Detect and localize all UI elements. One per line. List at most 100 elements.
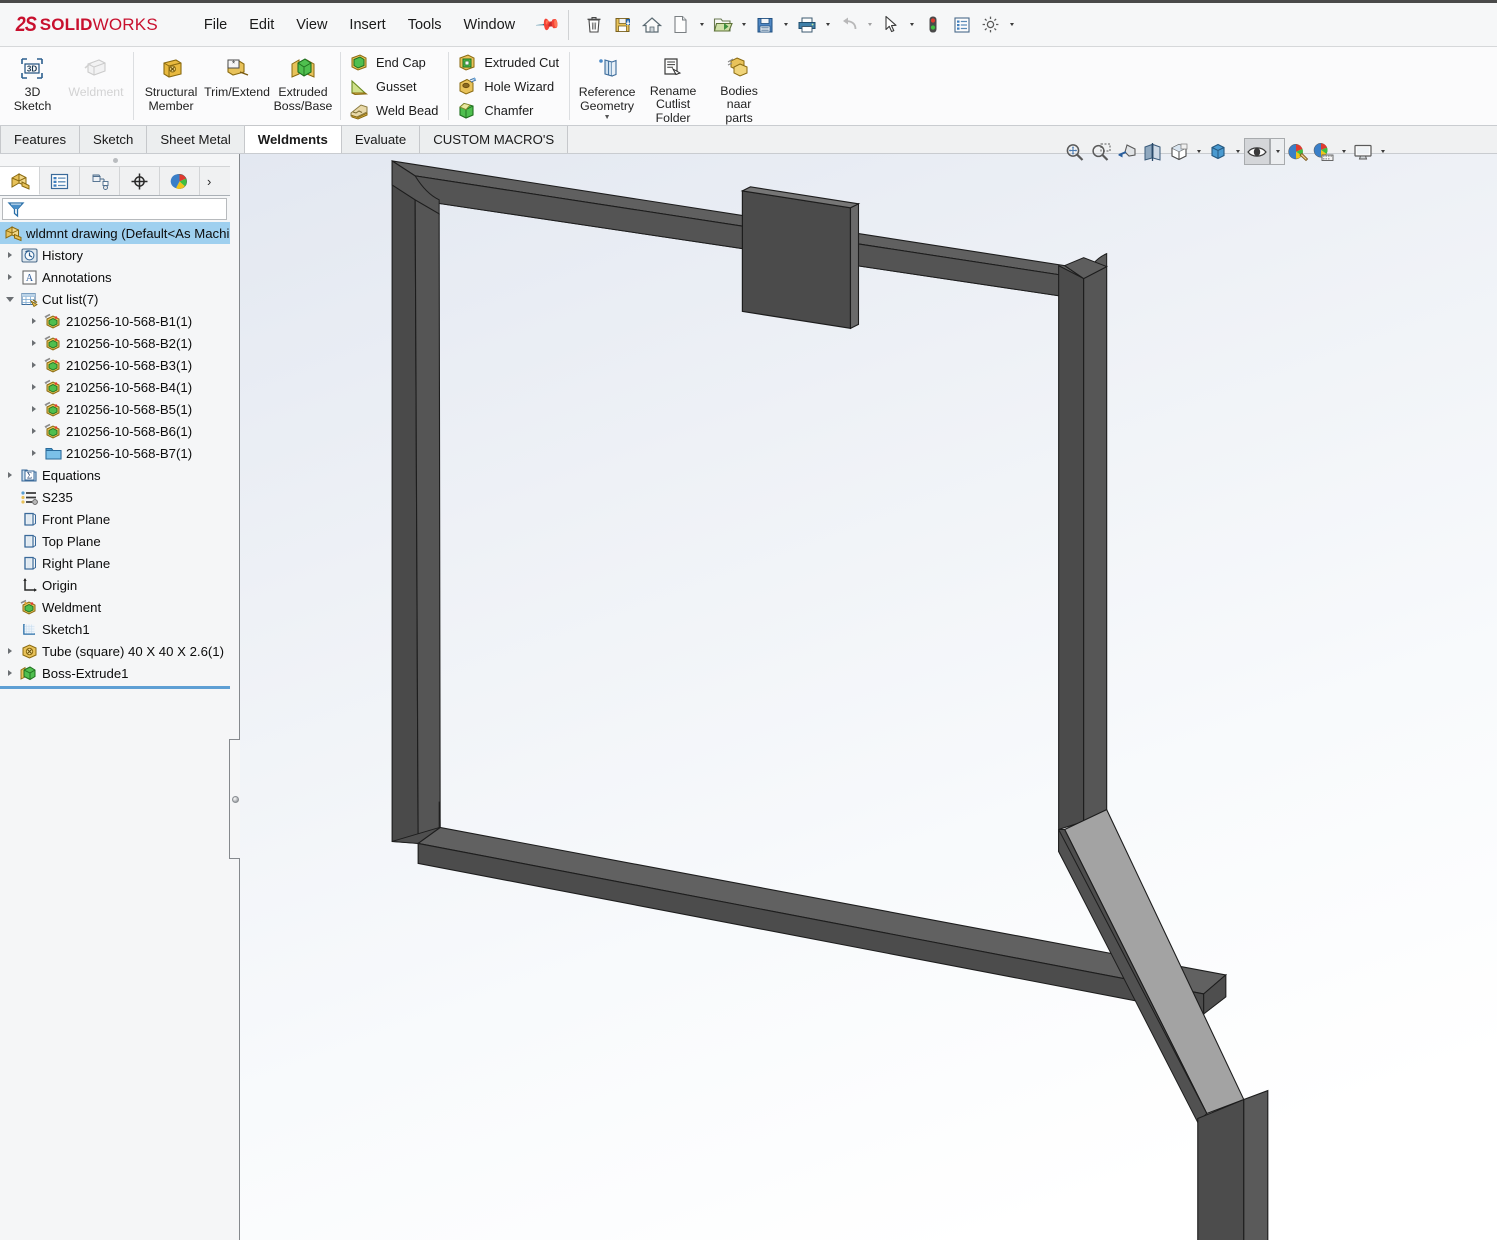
trash-icon[interactable] — [579, 10, 608, 40]
chevron-right-icon[interactable] — [26, 340, 42, 346]
chevron-right-icon[interactable] — [2, 472, 18, 478]
tree-item-b3[interactable]: 210256-10-568-B3(1) — [0, 354, 230, 376]
settings-dropdown-arrow[interactable] — [1005, 10, 1018, 40]
view-orientation-icon[interactable] — [1166, 138, 1192, 165]
tree-item-b4[interactable]: 210256-10-568-B4(1) — [0, 376, 230, 398]
home-icon[interactable] — [637, 10, 666, 40]
chevron-right-icon[interactable] — [26, 406, 42, 412]
hide-show-items-icon[interactable] — [1244, 138, 1270, 165]
tree-item-b2[interactable]: 210256-10-568-B2(1) — [0, 332, 230, 354]
pushpin-icon[interactable]: 📌 — [529, 7, 566, 43]
fm-tab-feature-tree[interactable] — [0, 167, 40, 195]
menu-insert[interactable]: Insert — [338, 12, 396, 38]
ribbon-weldment[interactable]: Weldment — [63, 47, 129, 125]
previous-view-icon[interactable] — [1114, 138, 1140, 165]
ribbon-weld-bead[interactable]: Weld Bead — [343, 98, 446, 122]
graphics-viewport[interactable] — [240, 154, 1497, 1240]
save-as-icon[interactable] — [608, 10, 637, 40]
chevron-right-icon[interactable] — [26, 450, 42, 456]
rebuild-icon[interactable] — [918, 10, 947, 40]
section-view-icon[interactable] — [1140, 138, 1166, 165]
chevron-right-icon[interactable] — [26, 384, 42, 390]
tree-item-weldment[interactable]: Weldment — [0, 596, 230, 618]
tree-item-b1[interactable]: 210256-10-568-B1(1) — [0, 310, 230, 332]
tree-item-origin[interactable]: Origin — [0, 574, 230, 596]
menu-view[interactable]: View — [285, 12, 338, 38]
ribbon-hole-wizard[interactable]: Hole Wizard — [451, 74, 567, 98]
tree-item-sketch1[interactable]: Sketch1 — [0, 618, 230, 640]
ribbon-chamfer[interactable]: Chamfer — [451, 98, 567, 122]
reference-geometry-caret-icon[interactable]: ▼ — [604, 114, 611, 121]
tab-sketch[interactable]: Sketch — [80, 126, 148, 153]
settings-gear-icon[interactable] — [976, 10, 1005, 40]
save-dropdown-arrow[interactable] — [779, 10, 792, 40]
ribbon-structural-member[interactable]: Structural Member — [138, 47, 204, 125]
undo-dropdown-arrow[interactable] — [863, 10, 876, 40]
ribbon-reference-geometry[interactable]: Reference Geometry ▼ — [574, 47, 640, 125]
fm-tab-dimxpert-manager[interactable] — [120, 167, 160, 195]
ribbon-end-cap[interactable]: End Cap — [343, 50, 446, 74]
save-icon[interactable] — [750, 10, 779, 40]
ribbon-rename-cutlist-folder[interactable]: Rename Cutlist Folder — [640, 47, 706, 125]
tree-item-material-s235[interactable]: S235 — [0, 486, 230, 508]
tab-features[interactable]: Features — [0, 126, 81, 153]
view-orientation-dropdown-arrow[interactable] — [1192, 138, 1205, 165]
tree-item-cut-list[interactable]: Cut list(7) — [0, 288, 230, 310]
panel-grip[interactable] — [0, 154, 230, 166]
tree-item-b6[interactable]: 210256-10-568-B6(1) — [0, 420, 230, 442]
feature-tree-filter[interactable] — [2, 198, 227, 220]
view-settings-icon[interactable] — [1350, 138, 1376, 165]
ribbon-extruded-boss-base[interactable]: Extruded Boss/Base — [270, 47, 336, 125]
tree-item-front-plane[interactable]: Front Plane — [0, 508, 230, 530]
fm-tabs-overflow[interactable]: › — [200, 167, 230, 195]
view-settings-dropdown-arrow[interactable] — [1376, 138, 1389, 165]
apply-scene-dropdown-arrow[interactable] — [1337, 138, 1350, 165]
menu-file[interactable]: File — [193, 12, 238, 38]
tab-custom-macros[interactable]: CUSTOM MACRO'S — [420, 126, 569, 153]
panel-splitter[interactable] — [229, 154, 240, 1240]
display-style-icon[interactable] — [1205, 138, 1231, 165]
print-icon[interactable] — [792, 10, 821, 40]
edit-appearance-icon[interactable] — [1285, 138, 1311, 165]
zoom-to-fit-icon[interactable] — [1062, 138, 1088, 165]
ribbon-3d-sketch[interactable]: 3D 3D Sketch — [2, 47, 63, 125]
ribbon-gusset[interactable]: Gusset — [343, 74, 446, 98]
ribbon-extruded-cut[interactable]: Extruded Cut — [451, 50, 567, 74]
chevron-right-icon[interactable] — [26, 362, 42, 368]
splitter-handle[interactable] — [229, 739, 240, 859]
tree-item-right-plane[interactable]: Right Plane — [0, 552, 230, 574]
menu-edit[interactable]: Edit — [238, 12, 285, 38]
display-style-dropdown-arrow[interactable] — [1231, 138, 1244, 165]
chevron-down-icon[interactable] — [2, 296, 18, 302]
apply-scene-icon[interactable] — [1311, 138, 1337, 165]
open-folder-icon[interactable] — [708, 10, 737, 40]
tree-item-top-plane[interactable]: Top Plane — [0, 530, 230, 552]
new-document-icon[interactable] — [666, 10, 695, 40]
tree-item-annotations[interactable]: A Annotations — [0, 266, 230, 288]
hide-show-items-dropdown-arrow[interactable] — [1270, 138, 1285, 165]
chevron-right-icon[interactable] — [2, 648, 18, 654]
options-list-icon[interactable] — [947, 10, 976, 40]
tree-item-tube-square[interactable]: Tube (square) 40 X 40 X 2.6(1) — [0, 640, 230, 662]
ribbon-trim-extend[interactable]: * Trim/Extend — [204, 47, 270, 125]
chevron-right-icon[interactable] — [26, 318, 42, 324]
select-dropdown-arrow[interactable] — [905, 10, 918, 40]
tree-item-b7[interactable]: 210256-10-568-B7(1) — [0, 442, 230, 464]
chevron-right-icon[interactable] — [26, 428, 42, 434]
fm-tab-property-manager[interactable] — [40, 167, 80, 195]
undo-icon[interactable] — [834, 10, 863, 40]
tab-evaluate[interactable]: Evaluate — [341, 126, 421, 153]
ribbon-bodies-naar-parts[interactable]: Bodies naar parts — [706, 47, 772, 125]
chevron-right-icon[interactable] — [2, 274, 18, 280]
print-dropdown-arrow[interactable] — [821, 10, 834, 40]
tab-weldments[interactable]: Weldments — [244, 125, 342, 153]
fm-tab-display-manager[interactable] — [160, 167, 200, 195]
tree-item-history[interactable]: History — [0, 244, 230, 266]
tree-item-equations[interactable]: Σ Equations — [0, 464, 230, 486]
open-folder-dropdown-arrow[interactable] — [737, 10, 750, 40]
tree-item-b5[interactable]: 210256-10-568-B5(1) — [0, 398, 230, 420]
menu-tools[interactable]: Tools — [397, 12, 453, 38]
chevron-right-icon[interactable] — [2, 252, 18, 258]
zoom-to-area-icon[interactable] — [1088, 138, 1114, 165]
select-cursor-icon[interactable] — [876, 10, 905, 40]
